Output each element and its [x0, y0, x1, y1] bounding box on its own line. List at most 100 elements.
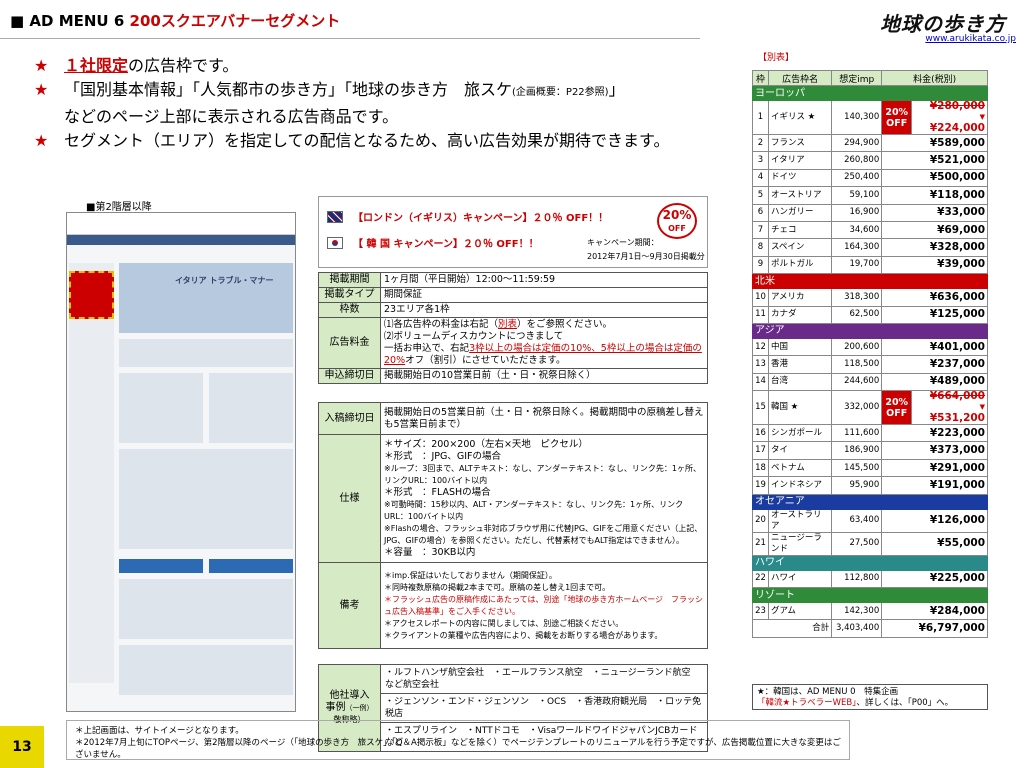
campaign-uk: 【ロンドン（イギリス）キャンペーン】２０％ OFF！！ [327, 209, 608, 224]
total-price: ¥6,797,000 [881, 619, 988, 638]
slot-imp: 186,900 [831, 441, 883, 460]
slot-imp: 142,300 [831, 602, 883, 621]
region-label: オセアニア [752, 493, 988, 510]
price-row: 2 フランス 294,900 ¥589,000 [752, 133, 988, 153]
price-row: 5 オーストリア 59,100 ¥118,000 [752, 186, 988, 205]
slot-name: スペイン [767, 238, 833, 257]
slot-name: フランス [767, 133, 833, 153]
slot-price: ¥126,000 [881, 508, 988, 533]
region-label: ハワイ [752, 554, 988, 571]
title-marker: ■ [10, 12, 25, 30]
slot-number: 3 [752, 151, 769, 170]
menu-subtitle: 200スクエアバナーセグメント [129, 12, 341, 30]
slot-imp: 244,600 [831, 372, 883, 392]
region-row: オセアニア [752, 493, 988, 510]
slot-imp: 19,700 [831, 255, 883, 275]
slot-price: ¥33,000 [881, 203, 988, 222]
price-row: 12 中国 200,600 ¥401,000 [752, 337, 988, 357]
discount-badge: 20% OFF [881, 100, 913, 135]
region-row: ハワイ [752, 554, 988, 571]
page-title: ■ AD MENU 6 200スクエアバナーセグメント [10, 10, 340, 31]
header-divider [0, 38, 700, 39]
price-row: 9 ポルトガル 19,700 ¥39,000 [752, 255, 988, 275]
slot-number: 9 [752, 255, 769, 275]
slot-imp: 164,300 [831, 238, 883, 257]
slot-imp: 140,300 [831, 100, 883, 135]
slot-imp: 62,500 [831, 305, 883, 324]
slot-name: アメリカ [767, 288, 833, 307]
footer-notes: ＊上記画面は、サイトイメージとなります。 ＊2012年7月上旬にTOPページ、第… [66, 720, 850, 760]
price-row: 10 アメリカ 318,300 ¥636,000 [752, 288, 988, 307]
price-row: 3 イタリア 260,800 ¥521,000 [752, 151, 988, 170]
slot-name: タイ [767, 441, 833, 460]
slot-number: 5 [752, 186, 769, 205]
slot-number: 16 [752, 424, 769, 443]
slot-number: 6 [752, 203, 769, 222]
slot-imp: 95,900 [831, 476, 883, 495]
slot-number: 4 [752, 168, 769, 188]
campaign-period-value: 2012年7月1日～9月30日掲載分 [587, 252, 705, 261]
slot-imp: 200,600 [831, 337, 883, 357]
price-row: 14 台湾 244,600 ¥489,000 [752, 372, 988, 392]
price-row: 16 シンガポール 111,600 ¥223,000 [752, 424, 988, 443]
price-row: 6 ハンガリー 16,900 ¥33,000 [752, 203, 988, 222]
bullet-3: ★ セグメント（エリア）を指定しての配信となるため、高い広告効果が期待できます。 [34, 129, 734, 153]
slot-imp: 34,600 [831, 220, 883, 240]
site-mockup-image: イタリア トラブル・マナー [66, 212, 296, 712]
slot-price: ¥373,000 [881, 441, 988, 460]
slot-imp: 250,400 [831, 168, 883, 188]
price-row: 13 香港 118,500 ¥237,000 [752, 355, 988, 374]
price-row: 19 インドネシア 95,900 ¥191,000 [752, 476, 988, 495]
slot-name: ハワイ [767, 569, 833, 589]
slot-name: ニュージーランド [767, 531, 833, 556]
page-number: 13 [0, 726, 44, 768]
price-row: 11 カナダ 62,500 ¥125,000 [752, 305, 988, 324]
slot-price: ¥291,000 [881, 458, 988, 478]
korea-flag-icon [327, 236, 343, 249]
total-imp: 3,403,400 [831, 619, 883, 638]
site-url-link[interactable]: www.arukikata.co.jp [925, 34, 1016, 44]
slot-name: 韓国 ★ [767, 390, 833, 426]
total-label: 合計 [751, 619, 833, 638]
region-label: リゾート [752, 587, 988, 604]
slot-imp: 260,800 [831, 151, 883, 170]
slot-number: 19 [752, 476, 769, 495]
price-row: 20 オーストラリア 63,400 ¥126,000 [752, 508, 988, 533]
banner-position-marker [69, 271, 114, 319]
spec-details: ＊サイズ：200×200（左右×天地 ピクセル） ＊形式 ：JPG、GIFの場合… [380, 434, 708, 563]
slot-imp: 27,500 [831, 531, 883, 556]
region-row: リゾート [752, 587, 988, 604]
slot-price: ¥589,000 [881, 133, 988, 153]
slot-name: オーストラリア [767, 508, 833, 533]
submission-table: 入稿締切日 掲載開始日の5営業日前（土・日・祝祭日除く。掲載期間中の原稿差し替えも… [318, 402, 708, 649]
slot-price: ¥328,000 [881, 238, 988, 257]
star-icon: ★ [34, 56, 49, 75]
slot-price: ¥636,000 [881, 288, 988, 307]
region-row: 北米 [752, 273, 988, 290]
uk-flag-icon [327, 210, 343, 223]
region-label: アジア [752, 322, 988, 339]
slot-number: 1 [752, 100, 769, 135]
region-label: ヨーロッパ [752, 85, 988, 101]
region-row: アジア [752, 322, 988, 339]
slot-name: ドイツ [767, 168, 833, 188]
star-icon: ★ [34, 131, 49, 150]
price-row: 18 ベトナム 145,500 ¥291,000 [752, 458, 988, 478]
campaign-box: 【ロンドン（イギリス）キャンペーン】２０％ OFF！！ 【 韓 国 キャンペーン… [318, 196, 708, 268]
slot-name: ポルトガル [767, 255, 833, 275]
slot-name: オーストリア [767, 186, 833, 205]
discount-badge: 20% OFF [881, 390, 913, 426]
brand-logo: 地球の歩き方 [880, 12, 1006, 36]
slot-number: 17 [752, 441, 769, 460]
region-label: 北米 [752, 273, 988, 290]
menu-title: AD MENU 6 [29, 12, 125, 30]
slot-price: ¥225,000 [881, 569, 988, 589]
slot-price: ¥223,000 [881, 424, 988, 443]
region-row: ヨーロッパ [752, 85, 988, 101]
slot-name: チェコ [767, 220, 833, 240]
slot-name: イタリア [767, 151, 833, 170]
slot-name: ベトナム [767, 458, 833, 478]
slot-price: ¥125,000 [881, 305, 988, 324]
slot-price: ¥401,000 [881, 337, 988, 357]
slot-price: ¥500,000 [881, 168, 988, 188]
